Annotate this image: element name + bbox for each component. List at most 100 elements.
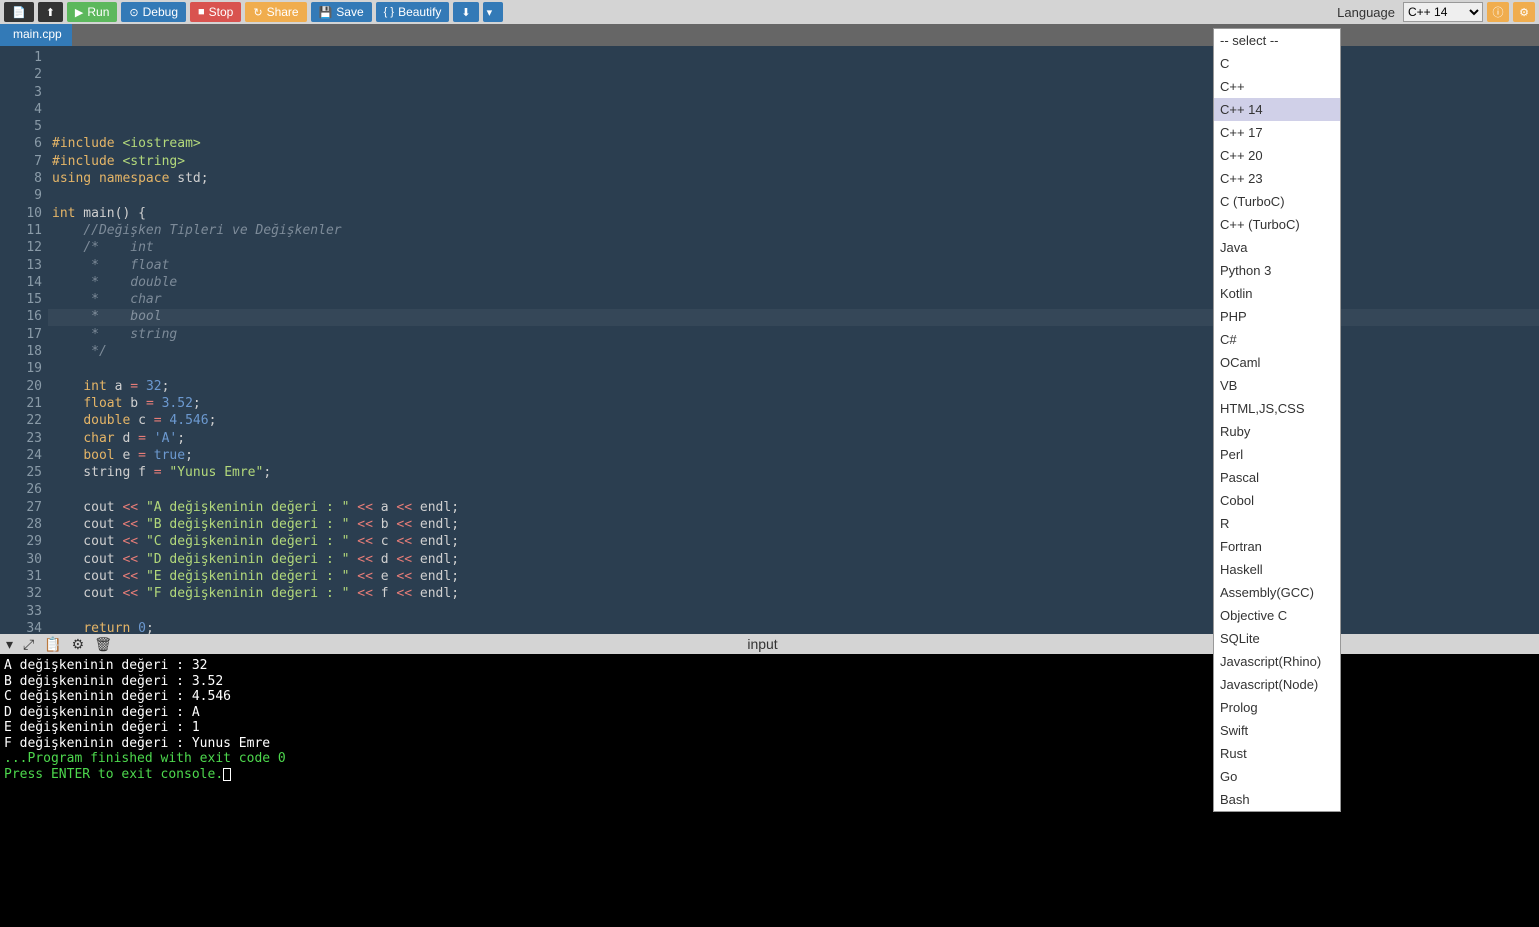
debug-button[interactable]: ⊙Debug	[121, 2, 186, 22]
line-number: 19	[0, 360, 42, 377]
language-dropdown[interactable]: -- select --CC++C++ 14C++ 17C++ 20C++ 23…	[1213, 28, 1341, 812]
line-number: 4	[0, 101, 42, 118]
line-gutter: 1234567891011121314151617181920212223242…	[0, 46, 48, 634]
line-number: 31	[0, 568, 42, 585]
line-number: 34	[0, 620, 42, 637]
download-dropdown-button[interactable]: ▾	[483, 2, 503, 22]
language-option[interactable]: C++ 23	[1214, 167, 1340, 190]
line-number: 29	[0, 533, 42, 550]
language-option[interactable]: Rust	[1214, 742, 1340, 765]
language-option[interactable]: Objective C	[1214, 604, 1340, 627]
console-expand-icon[interactable]: ⤢	[23, 636, 34, 653]
language-option[interactable]: C++	[1214, 75, 1340, 98]
language-option[interactable]: C++ (TurboC)	[1214, 213, 1340, 236]
line-number: 16	[0, 308, 42, 325]
language-option[interactable]: Java	[1214, 236, 1340, 259]
language-option[interactable]: -- select --	[1214, 29, 1340, 52]
language-option[interactable]: Pascal	[1214, 466, 1340, 489]
line-number: 26	[0, 481, 42, 498]
language-option[interactable]: Prolog	[1214, 696, 1340, 719]
language-option[interactable]: C#	[1214, 328, 1340, 351]
line-number: 10	[0, 205, 42, 222]
upload-icon: ⬆	[46, 6, 55, 19]
download-button[interactable]: ⬇	[453, 2, 478, 22]
language-option[interactable]: VB	[1214, 374, 1340, 397]
language-option[interactable]: SQLite	[1214, 627, 1340, 650]
language-option[interactable]: C (TurboC)	[1214, 190, 1340, 213]
main-toolbar: 📄 ⬆ ▶Run ⊙Debug ■Stop ↻Share 💾Save { }Be…	[0, 0, 1539, 24]
language-option[interactable]: Swift	[1214, 719, 1340, 742]
line-number: 7	[0, 153, 42, 170]
line-number: 9	[0, 187, 42, 204]
debug-icon: ⊙	[129, 6, 138, 19]
line-number: 3	[0, 84, 42, 101]
line-number: 30	[0, 551, 42, 568]
line-number: 33	[0, 603, 42, 620]
language-option[interactable]: Bash	[1214, 788, 1340, 811]
line-number: 24	[0, 447, 42, 464]
language-select[interactable]: C++ 14	[1403, 2, 1483, 22]
line-number: 14	[0, 274, 42, 291]
save-button[interactable]: 💾Save	[311, 2, 372, 22]
line-number: 2	[0, 66, 42, 83]
line-number: 15	[0, 291, 42, 308]
stop-button[interactable]: ■Stop	[190, 2, 241, 22]
settings-button[interactable]: ⚙	[1513, 2, 1535, 22]
line-number: 20	[0, 378, 42, 395]
line-number: 5	[0, 118, 42, 135]
language-option[interactable]: Kotlin	[1214, 282, 1340, 305]
language-option[interactable]: C	[1214, 52, 1340, 75]
info-button[interactable]: ⓘ	[1487, 2, 1509, 22]
caret-down-icon: ▾	[487, 6, 493, 19]
language-option[interactable]: Perl	[1214, 443, 1340, 466]
language-option[interactable]: Assembly(GCC)	[1214, 581, 1340, 604]
braces-icon: { }	[384, 6, 394, 18]
language-option[interactable]: Javascript(Node)	[1214, 673, 1340, 696]
language-option[interactable]: C++ 14	[1214, 98, 1340, 121]
line-number: 13	[0, 257, 42, 274]
language-option[interactable]: Cobol	[1214, 489, 1340, 512]
console-collapse-icon[interactable]: ▾	[6, 636, 13, 653]
line-number: 21	[0, 395, 42, 412]
line-number: 8	[0, 170, 42, 187]
line-number: 32	[0, 585, 42, 602]
language-option[interactable]: Ruby	[1214, 420, 1340, 443]
share-icon: ↻	[253, 6, 262, 19]
line-number: 22	[0, 412, 42, 429]
run-button[interactable]: ▶Run	[67, 2, 117, 22]
line-number: 12	[0, 239, 42, 256]
save-icon: 💾	[319, 6, 333, 19]
line-number: 23	[0, 430, 42, 447]
info-icon: ⓘ	[1493, 4, 1504, 20]
line-number: 17	[0, 326, 42, 343]
language-option[interactable]: Python 3	[1214, 259, 1340, 282]
language-option[interactable]: C++ 17	[1214, 121, 1340, 144]
language-option[interactable]: Fortran	[1214, 535, 1340, 558]
upload-button[interactable]: ⬆	[38, 2, 63, 22]
play-icon: ▶	[75, 6, 83, 19]
language-label: Language	[1337, 5, 1395, 20]
line-number: 25	[0, 464, 42, 481]
cursor-icon	[223, 768, 231, 781]
tab-main[interactable]: main.cpp	[3, 24, 72, 46]
language-option[interactable]: OCaml	[1214, 351, 1340, 374]
beautify-button[interactable]: { }Beautify	[376, 2, 450, 22]
language-option[interactable]: PHP	[1214, 305, 1340, 328]
language-option[interactable]: HTML,JS,CSS	[1214, 397, 1340, 420]
language-option[interactable]: Haskell	[1214, 558, 1340, 581]
gear-icon: ⚙	[1519, 6, 1529, 19]
download-icon: ⬇	[461, 6, 470, 19]
language-option[interactable]: Javascript(Rhino)	[1214, 650, 1340, 673]
new-file-button[interactable]: 📄	[4, 2, 34, 22]
language-option[interactable]: Go	[1214, 765, 1340, 788]
line-number: 1	[0, 49, 42, 66]
language-option[interactable]: C++ 20	[1214, 144, 1340, 167]
line-number: 18	[0, 343, 42, 360]
file-icon: 📄	[12, 6, 26, 19]
line-number: 6	[0, 135, 42, 152]
share-button[interactable]: ↻Share	[245, 2, 306, 22]
line-number: 27	[0, 499, 42, 516]
stop-icon: ■	[198, 6, 205, 18]
line-number: 28	[0, 516, 42, 533]
language-option[interactable]: R	[1214, 512, 1340, 535]
